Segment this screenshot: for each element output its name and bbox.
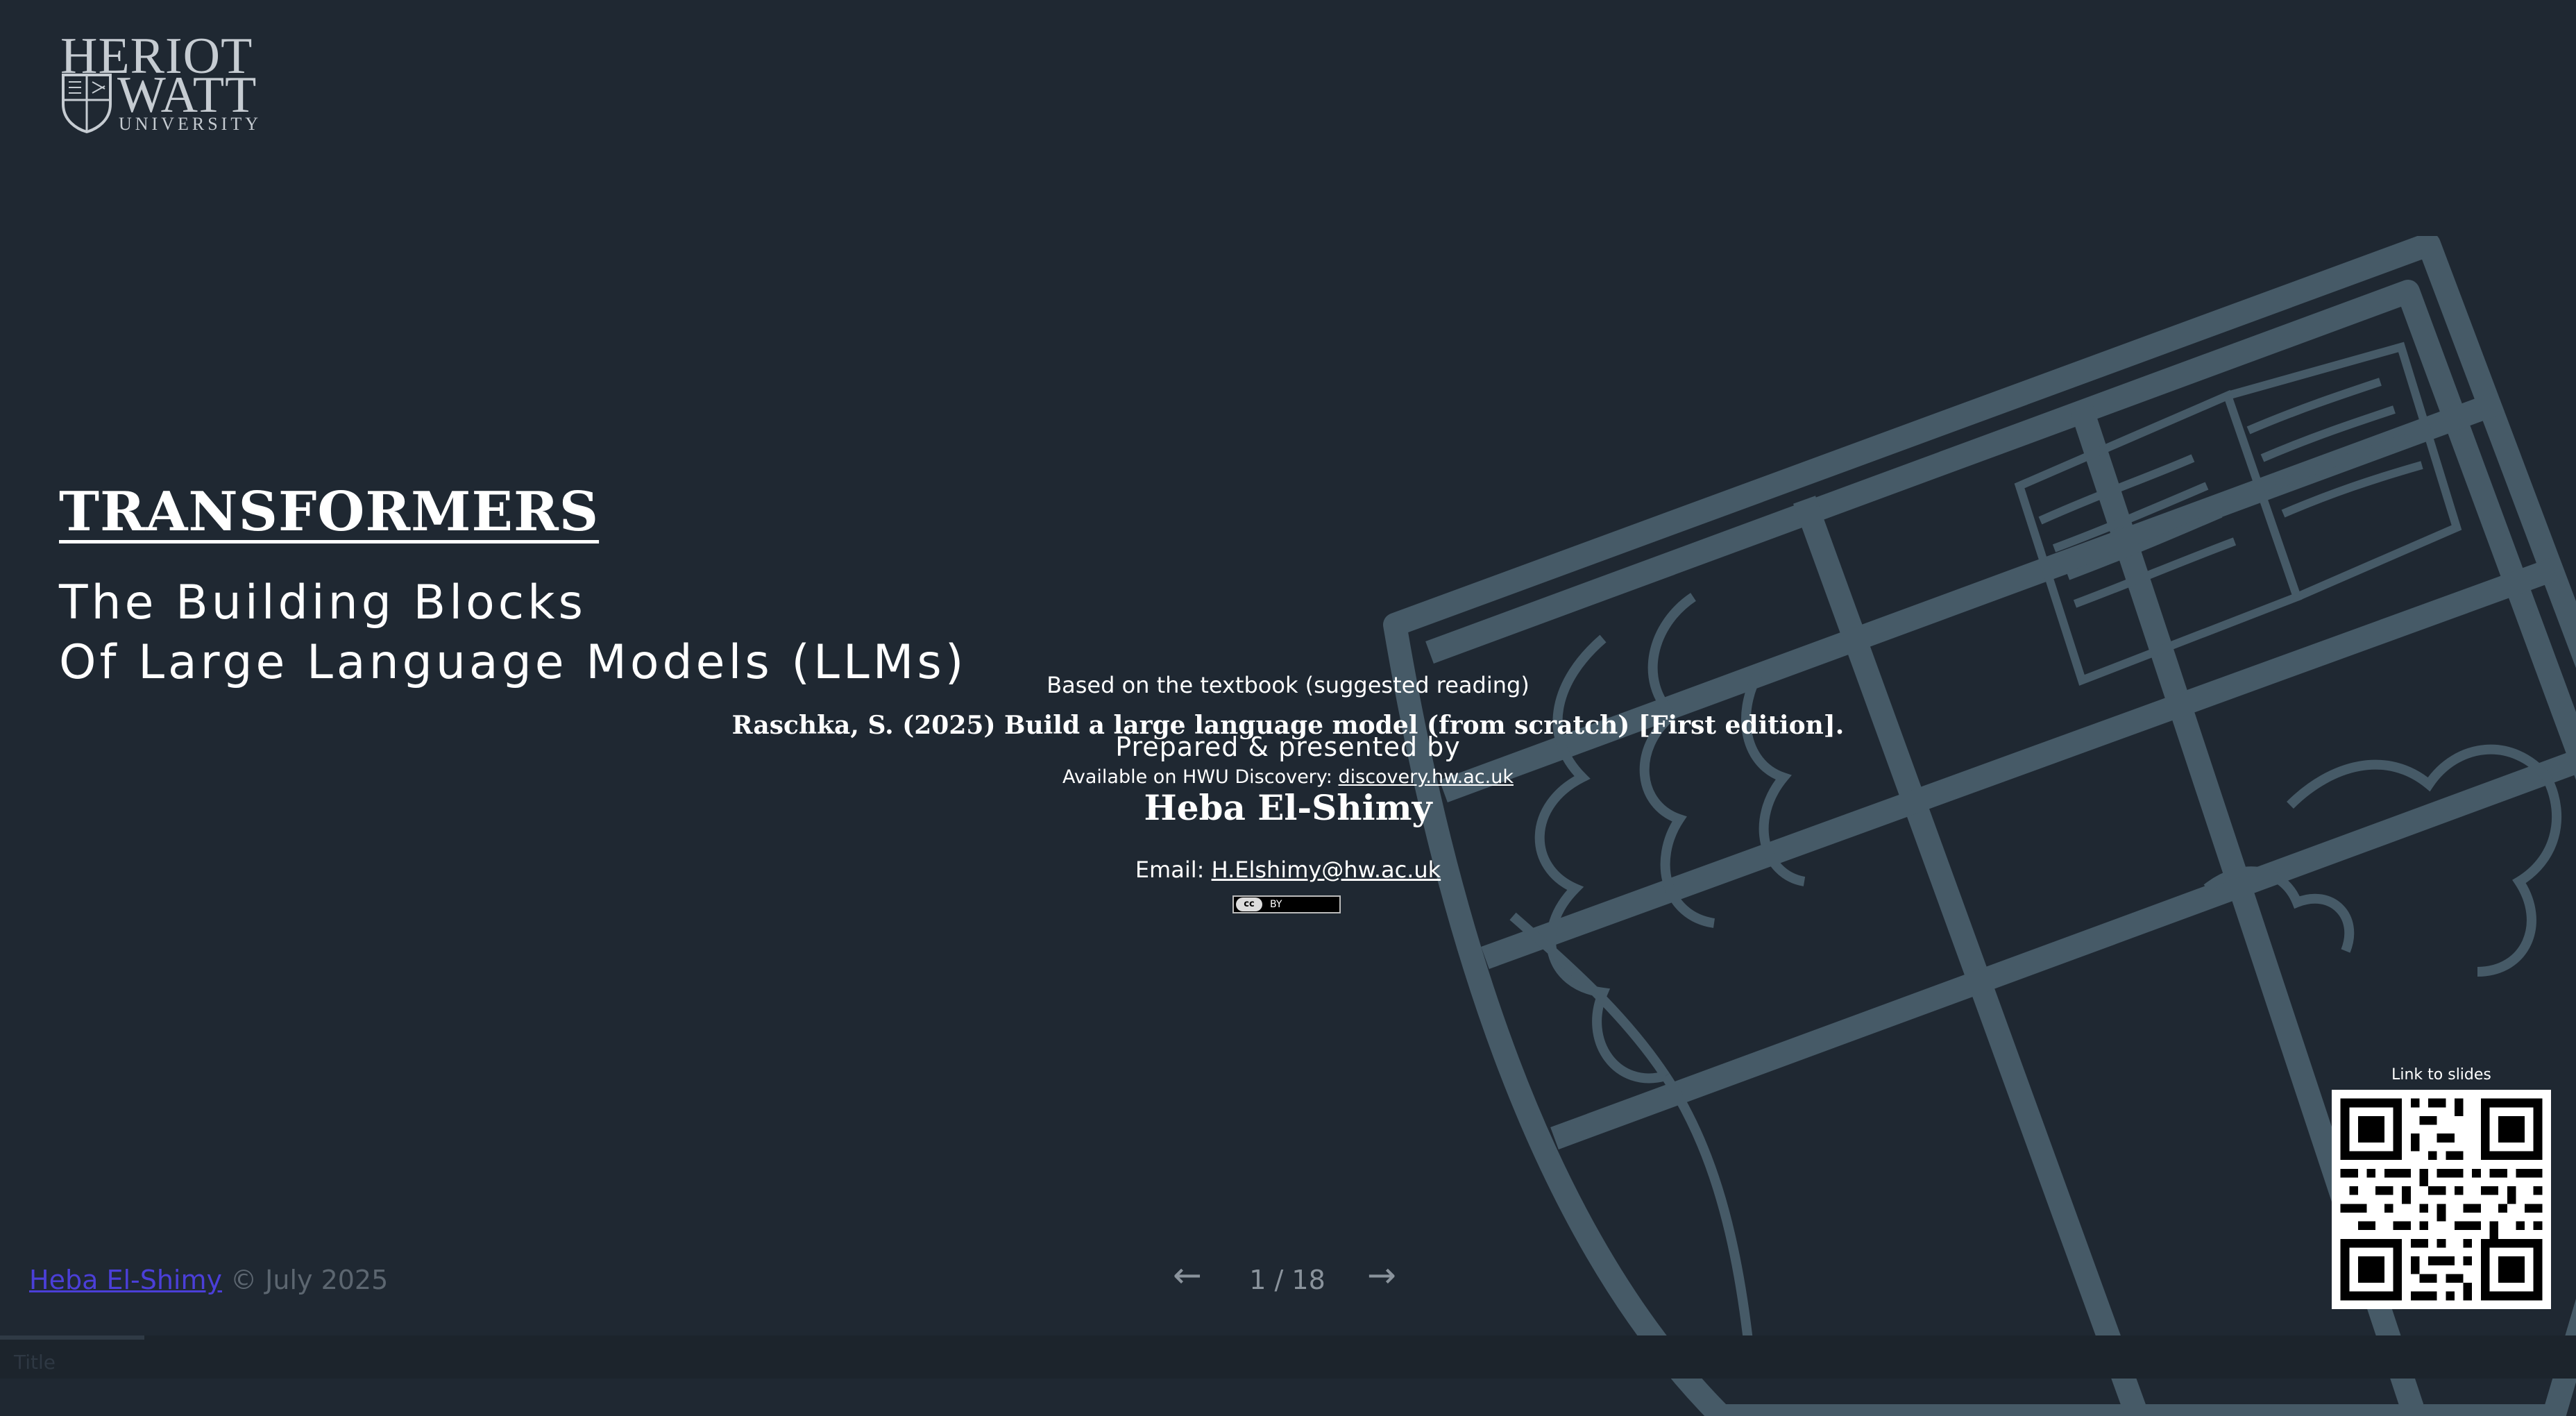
slide-title: TRANSFORMERS: [59, 480, 600, 543]
qr-code[interactable]: [2332, 1090, 2551, 1309]
email-link[interactable]: H.Elshimy@hw.ac.uk: [1212, 857, 1441, 883]
prev-slide-button[interactable]: ←: [1173, 1255, 1202, 1295]
email-line: Email: H.Elshimy@hw.ac.uk: [0, 857, 2576, 883]
shield-icon: [62, 74, 112, 133]
arrow-left-icon: ←: [1173, 1255, 1202, 1295]
license-label: BY: [1270, 899, 1282, 910]
qr-label: Link to slides: [2391, 1066, 2491, 1084]
bottom-bar: [0, 1335, 2576, 1379]
copyright-text: © July 2025: [222, 1265, 389, 1295]
arrow-right-icon: →: [1367, 1255, 1396, 1295]
progress-bar: [0, 1335, 144, 1340]
availability-prefix: Available on HWU Discovery:: [1062, 766, 1339, 788]
section-label: Title: [14, 1351, 56, 1374]
email-prefix: Email:: [1135, 857, 1212, 883]
based-on-text: Based on the textbook (suggested reading…: [1046, 672, 1530, 698]
discovery-link[interactable]: discovery.hw.ac.uk: [1338, 766, 1514, 788]
creative-commons-icon: cc: [1236, 897, 1262, 911]
prepared-by-text: Prepared & presented by: [1115, 732, 1461, 762]
availability-text: Available on HWU Discovery: discovery.hw…: [0, 766, 2576, 788]
university-logo[interactable]: HERIOT WATT UNIVERSITY: [59, 31, 260, 135]
footer-credit: Heba El-Shimy © July 2025: [29, 1265, 388, 1295]
next-slide-button[interactable]: →: [1367, 1255, 1396, 1295]
logo-text-university: UNIVERSITY: [119, 114, 262, 134]
presenter-name: Heba El-Shimy: [1144, 787, 1432, 828]
cc-by-license-badge[interactable]: cc BY: [1232, 895, 1341, 913]
author-link[interactable]: Heba El-Shimy: [29, 1265, 222, 1295]
subtitle-line-1: The Building Blocks: [59, 575, 586, 630]
logo-text-watt: WATT: [117, 67, 257, 124]
slide-number: 1 / 18: [1249, 1265, 1325, 1295]
